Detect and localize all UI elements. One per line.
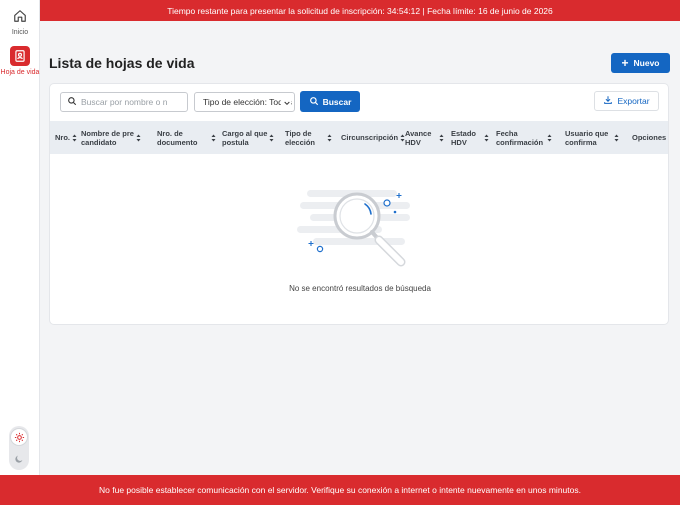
column-header-label: Usuario que: [565, 128, 609, 138]
sort-icon: [72, 134, 77, 142]
table-header: Nro. Nombre de pre candidato Nro. de docum…: [50, 121, 668, 154]
search-button[interactable]: Buscar: [300, 91, 360, 112]
search-icon: [309, 96, 319, 108]
search-icon: [67, 93, 77, 111]
sort-icon: [136, 134, 141, 142]
column-header-nro[interactable]: Nro.: [55, 121, 77, 154]
sort-icon: [439, 134, 444, 142]
search-input[interactable]: [81, 97, 181, 107]
connection-error-text: No fue posible establecer comunicación c…: [99, 485, 581, 495]
plus-icon: +: [621, 56, 629, 70]
column-header-label: confirma: [565, 137, 597, 147]
page-title: Lista de hojas de vida: [49, 55, 195, 71]
column-header-label: HDV: [451, 137, 467, 147]
new-button[interactable]: + Nuevo: [611, 53, 670, 73]
column-header-label: Nro.: [55, 133, 70, 142]
column-header-label: Nro. de: [157, 128, 183, 138]
theme-switch[interactable]: [9, 426, 29, 470]
new-button-label: Nuevo: [633, 58, 660, 68]
sidebar-item-label: Inicio: [11, 29, 29, 36]
sort-icon: [327, 134, 332, 142]
sort-icon: [484, 134, 489, 142]
column-header-label: Nombre de pre: [81, 128, 134, 138]
sort-icon: [269, 134, 274, 142]
column-header-label: postula: [222, 137, 249, 147]
election-type-value: Tipo de elección: Todos: [203, 97, 292, 107]
column-header-label: Cargo al que: [222, 128, 268, 138]
sort-icon: [547, 134, 552, 142]
column-header-tipo-eleccion[interactable]: Tipo de elección: [285, 121, 332, 154]
column-header-label: Tipo de: [285, 128, 312, 138]
election-type-select[interactable]: Tipo de elección: Todos: [194, 92, 295, 112]
column-header-circunscripcion[interactable]: Circunscripción: [341, 121, 405, 154]
column-header-label: HDV: [405, 137, 421, 147]
column-header-label: Avance: [405, 128, 432, 138]
column-header-documento[interactable]: Nro. de documento: [157, 121, 216, 154]
results-card: Tipo de elección: Todos Buscar Exportar …: [49, 83, 669, 325]
download-icon: [603, 95, 613, 107]
column-header-label: Circunscripción: [341, 133, 399, 142]
sidebar-item-inicio[interactable]: Inicio: [0, 6, 40, 36]
countdown-banner: Tiempo restante para presentar la solici…: [40, 0, 680, 21]
column-header-usuario[interactable]: Usuario que confirma: [565, 121, 619, 154]
column-header-label: Fecha: [496, 128, 518, 138]
home-icon: [10, 6, 30, 26]
export-button-label: Exportar: [617, 96, 650, 106]
sidebar-item-label: Hoja de vida: [0, 69, 40, 76]
search-button-label: Buscar: [322, 96, 352, 107]
connection-error-banner: No fue posible establecer comunicación c…: [0, 475, 680, 505]
export-button[interactable]: Exportar: [594, 91, 659, 111]
sidebar-item-hoja-de-vida[interactable]: Hoja de vida: [0, 46, 40, 76]
column-header-opciones: Opciones: [632, 121, 666, 154]
sidebar: Inicio Hoja de vida: [0, 0, 40, 475]
moon-icon[interactable]: [11, 451, 27, 467]
column-header-avance[interactable]: Avance HDV: [405, 121, 444, 154]
column-header-fecha[interactable]: Fecha confirmación: [496, 121, 552, 154]
column-header-label: candidato: [81, 137, 117, 147]
cv-document-icon: [10, 46, 30, 66]
sort-icon: [211, 134, 216, 142]
chevron-down-icon: [281, 99, 291, 109]
column-header-label: Opciones: [632, 133, 667, 142]
empty-search-illustration: [295, 180, 425, 280]
sort-icon: [614, 134, 619, 142]
column-header-label: confirmación: [496, 137, 544, 147]
column-header-nombre[interactable]: Nombre de pre candidato: [81, 121, 141, 154]
column-header-label: documento: [157, 137, 198, 147]
column-header-cargo[interactable]: Cargo al que postula: [222, 121, 274, 154]
empty-state: No se encontró resultados de búsqueda: [50, 154, 668, 324]
empty-message: No se encontró resultados de búsqueda: [289, 284, 431, 293]
column-header-label: elección: [285, 137, 316, 147]
countdown-text: Tiempo restante para presentar la solici…: [167, 5, 553, 16]
column-header-label: Estado: [451, 128, 477, 138]
sun-icon[interactable]: [11, 429, 27, 445]
search-field[interactable]: [60, 92, 188, 112]
column-header-estado[interactable]: Estado HDV: [451, 121, 489, 154]
